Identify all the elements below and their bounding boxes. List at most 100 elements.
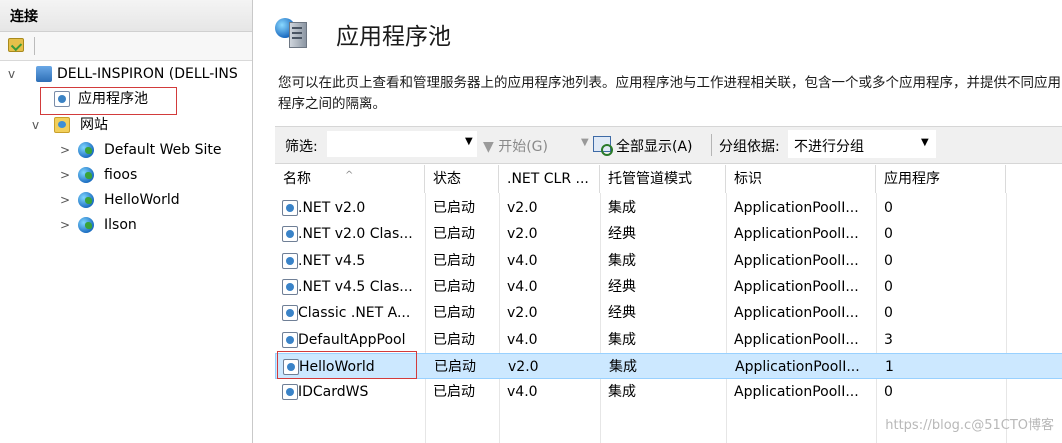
chevron-down-icon[interactable]: ▼ [465, 136, 473, 147]
main-pane: 应用程序池 您可以在此页上查看和管理服务器上的应用程序池列表。应用程序池与工作进… [263, 0, 1062, 443]
chevron-right-icon[interactable]: > [60, 139, 70, 161]
table-cell: ApplicationPoolI... [734, 252, 859, 269]
sites-folder-icon [54, 117, 70, 133]
table-cell: 经典 [608, 226, 636, 243]
page-description: 您可以在此页上查看和管理服务器上的应用程序池列表。应用程序池与工作进程相关联，包… [278, 75, 1061, 112]
highlight-box [277, 351, 417, 379]
table-cell: ApplicationPoolI... [735, 358, 860, 375]
table-row[interactable]: DefaultAppPool 已启动 v4.0 集成 ApplicationPoolI.… [275, 327, 1062, 353]
table-cell: 0 [884, 278, 893, 295]
table-cell: 0 [884, 252, 893, 269]
table-cell: 1 [885, 358, 894, 375]
tree-label-server: DELL-INSPIRON (DELL-INS [57, 66, 238, 82]
table-cell: 已启动 [433, 200, 475, 216]
chevron-down-icon[interactable]: v [32, 114, 42, 136]
table-cell: 经典 [608, 305, 636, 322]
toolbar-separator [711, 134, 712, 156]
start-label: 开始(G) [498, 139, 548, 155]
chevron-right-icon[interactable]: > [60, 164, 70, 186]
tree-item-site[interactable]: > Default Web Site [58, 139, 248, 161]
table-cell: 0 [884, 226, 893, 243]
connect-icon[interactable] [8, 38, 24, 52]
tree-item-site[interactable]: > Ilson [58, 214, 248, 236]
table-cell: 已启动 [433, 384, 475, 401]
table-cell: .NET v2.0 [298, 200, 366, 216]
column-header-applications[interactable]: 应用程序 [876, 165, 1006, 193]
table-cell: .NET v4.5 [298, 252, 366, 269]
table-cell: 已启动 [433, 305, 475, 322]
funnel-icon: ▼ [483, 139, 499, 155]
table-cell: 集成 [609, 358, 637, 375]
tree-label-sites: 网站 [80, 117, 108, 133]
table-cell: v4.0 [507, 384, 538, 401]
app-pools-table: 名称 ^ 状态 .NET CLR ... 托管管道模式 标识 应用程序 .NET… [275, 165, 1062, 443]
table-cell: ApplicationPoolI... [734, 200, 859, 216]
table-cell: 已启动 [433, 331, 475, 348]
chevron-down-icon[interactable]: v [8, 63, 18, 85]
filter-input[interactable] [327, 131, 477, 157]
table-cell: DefaultAppPool [298, 331, 406, 348]
column-header-pipeline[interactable]: 托管管道模式 [600, 165, 726, 193]
table-cell: Classic .NET A... [298, 305, 411, 322]
chevron-right-icon[interactable]: > [60, 214, 70, 236]
start-button[interactable]: ▼ 开始(G) [483, 136, 548, 156]
server-icon [36, 66, 52, 82]
tree-label-site: HelloWorld [104, 192, 180, 208]
table-row[interactable]: .NET v2.0 Clas... 已启动 v2.0 经典 ApplicationPoo… [275, 221, 1062, 247]
column-header-identity[interactable]: 标识 [726, 165, 876, 193]
table-cell: IDCardWS [298, 384, 369, 401]
watermark: https://blog.c@51CTO博客 [885, 418, 1054, 433]
tree-label-site: Default Web Site [104, 142, 222, 158]
filter-toolbar: 筛选: ▼ ▼ 开始(G) ▼ 全部显示(A) 分组依据: 不进行分组 ▼ [275, 126, 1062, 164]
table-cell: v4.0 [507, 331, 538, 348]
app-pool-icon [282, 226, 298, 243]
table-cell: ApplicationPoolI... [734, 305, 859, 322]
globe-icon [78, 142, 94, 158]
group-by-label: 分组依据: [719, 139, 780, 155]
table-cell: 已启动 [433, 252, 475, 269]
tree-item-site[interactable]: > fioos [58, 164, 248, 186]
show-all-button[interactable]: 全部显示(A) [616, 136, 693, 156]
chevron-down-icon[interactable]: ▼ [581, 137, 589, 148]
column-header-status[interactable]: 状态 [425, 165, 499, 193]
globe-icon [78, 217, 94, 233]
app-pool-icon [282, 278, 298, 295]
app-pool-icon [282, 331, 298, 348]
table-row[interactable]: .NET v4.5 已启动 v4.0 集成 ApplicationPoolI... 0 [275, 248, 1062, 274]
tree-item-server[interactable]: v DELL-INSPIRON (DELL-INS [8, 63, 252, 85]
app-pool-icon [282, 200, 298, 216]
table-cell: ApplicationPoolI... [734, 278, 859, 295]
table-cell: 经典 [608, 278, 636, 295]
page-title: 应用程序池 [336, 24, 451, 50]
table-cell: ApplicationPoolI... [734, 331, 859, 348]
table-cell: v2.0 [507, 200, 538, 216]
tree-item-site[interactable]: > HelloWorld [58, 189, 248, 211]
table-cell: 集成 [608, 384, 636, 401]
table-row[interactable]: Classic .NET A... 已启动 v2.0 经典 ApplicationPoo… [275, 300, 1062, 326]
globe-icon [78, 192, 94, 208]
table-cell: 已启动 [434, 358, 476, 375]
table-row[interactable]: IDCardWS 已启动 v4.0 集成 ApplicationPoolI... 0 [275, 379, 1062, 405]
table-cell: v2.0 [508, 358, 539, 375]
column-header-name[interactable]: 名称 ^ [275, 165, 425, 193]
table-cell: v2.0 [507, 226, 538, 243]
table-row[interactable]: .NET v2.0 已启动 v2.0 集成 ApplicationPoolI... 0 [275, 195, 1062, 221]
column-header-clr[interactable]: .NET CLR ... [499, 165, 600, 193]
table-cell: v4.0 [507, 252, 538, 269]
table-cell: 已启动 [433, 226, 475, 243]
app-pool-icon [282, 252, 298, 269]
table-row[interactable]: .NET v4.5 Clas... 已启动 v4.0 经典 ApplicationPoo… [275, 274, 1062, 300]
table-cell: 已启动 [433, 278, 475, 295]
toolbar-separator [34, 37, 35, 55]
app-pools-feature-icon [275, 14, 309, 48]
tree-item-sites[interactable]: v 网站 [30, 114, 250, 136]
filter-label: 筛选: [285, 139, 318, 155]
app-pool-icon [282, 384, 298, 401]
group-by-value[interactable]: 不进行分组 [794, 136, 864, 156]
chevron-down-icon[interactable]: ▼ [921, 137, 929, 148]
chevron-right-icon[interactable]: > [60, 189, 70, 211]
connections-toolbar [0, 32, 252, 61]
table-cell: ApplicationPoolI... [734, 384, 859, 401]
table-cell: 0 [884, 384, 893, 401]
tree-label-site: Ilson [104, 217, 137, 233]
